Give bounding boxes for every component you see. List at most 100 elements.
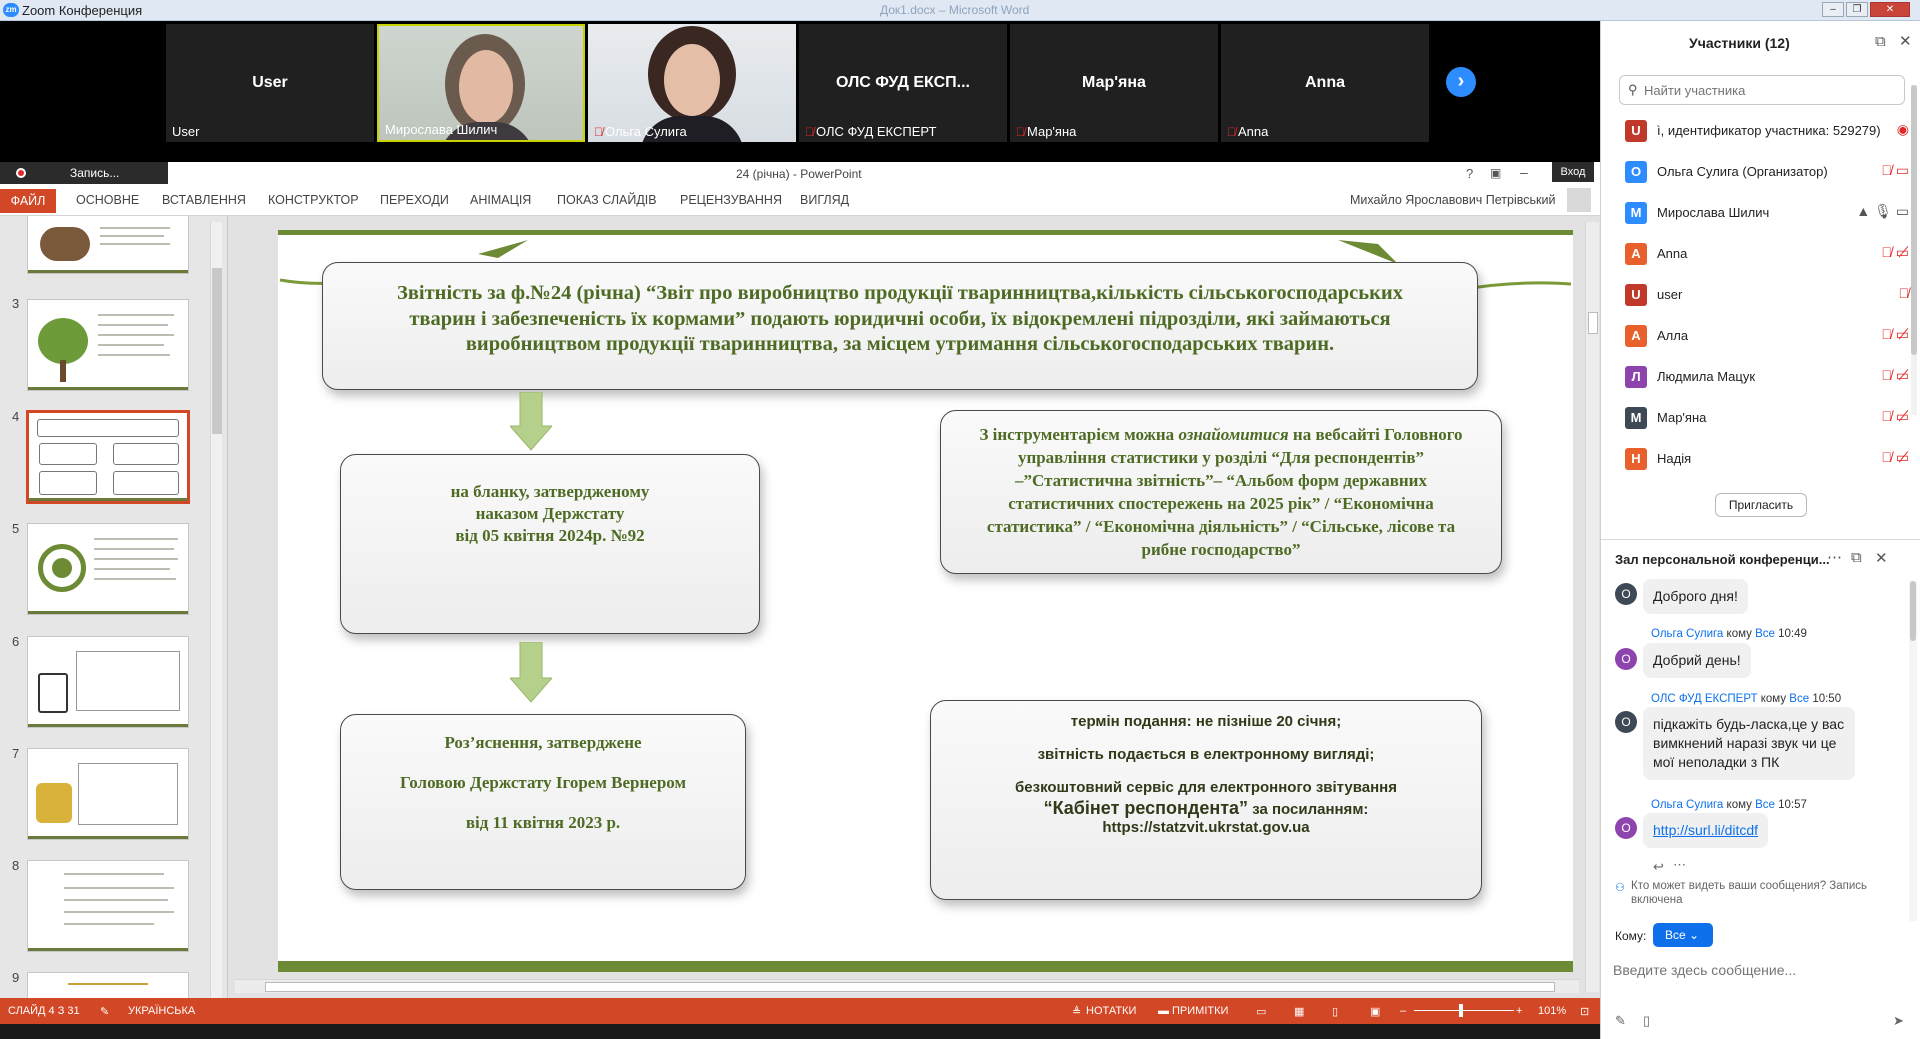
tools-text: З інструментарієм можна ознайомитися на … bbox=[979, 425, 1463, 559]
chat-recipient-dropdown[interactable]: Все ⌄ bbox=[1653, 923, 1713, 947]
avatar: О bbox=[1615, 711, 1637, 733]
notes-icon[interactable]: ≜ bbox=[1072, 1005, 1081, 1018]
chat-visibility-note[interactable]: Кто может видеть ваши сообщения? Запись … bbox=[1631, 879, 1911, 907]
video-tile-olga[interactable]: 🎙̸ Ольга Сулига bbox=[588, 24, 796, 142]
mic-muted-icon: 🎙̸ bbox=[1016, 125, 1025, 139]
popout-icon[interactable]: ⧉ bbox=[1875, 33, 1886, 50]
maximize-button[interactable]: ❐ bbox=[1846, 2, 1868, 17]
slide-thumbnail-4[interactable] bbox=[27, 411, 189, 503]
popout-icon[interactable]: ⧉ bbox=[1851, 549, 1862, 566]
notes-button[interactable]: НОТАТКИ bbox=[1086, 1005, 1136, 1017]
slideshow-icon[interactable]: ▣ bbox=[1370, 1005, 1380, 1018]
mini-box bbox=[113, 443, 179, 465]
video-tile-myroslava[interactable]: Мирослава Шилич bbox=[377, 24, 585, 142]
slide-thumbnail-3[interactable] bbox=[27, 299, 189, 391]
tab-home[interactable]: ОСНОВНЕ bbox=[76, 193, 139, 207]
slide-sorter-icon[interactable]: ▦ bbox=[1294, 1005, 1304, 1018]
comments-icon[interactable]: ▬ bbox=[1158, 1005, 1169, 1017]
tab-design[interactable]: КОНСТРУКТОР bbox=[268, 193, 359, 207]
participant-row[interactable]: Л Людмила Мацук 🎙̸ ▭̸ bbox=[1619, 357, 1919, 395]
tab-view[interactable]: ВИГЛЯД bbox=[800, 193, 849, 207]
close-icon[interactable]: ✕ bbox=[1875, 549, 1888, 567]
mic-video-icons: 🎙̸ ▭̸ bbox=[1881, 408, 1909, 424]
video-tile-ols[interactable]: ОЛС ФУД ЕКСП... 🎙̸ ОЛС ФУД ЕКСПЕРТ bbox=[799, 24, 1007, 142]
participant-row[interactable]: А Алла 🎙̸ ▭̸ bbox=[1619, 316, 1919, 354]
video-tile-maryana[interactable]: Мар'яна 🎙̸ Мар'яна bbox=[1010, 24, 1218, 142]
more-icon[interactable]: ⋯ bbox=[1673, 857, 1686, 873]
scrollbar-thumb[interactable] bbox=[265, 982, 1555, 992]
tab-transitions[interactable]: ПЕРЕХОДИ bbox=[380, 193, 449, 207]
scrollbar-thumb[interactable] bbox=[212, 268, 222, 434]
chat-link[interactable]: http://surl.li/ditcdf bbox=[1643, 813, 1769, 848]
slide-horizontal-scrollbar[interactable] bbox=[235, 979, 1579, 993]
recording-indicator[interactable]: Запись... bbox=[0, 162, 168, 184]
thumbnail-scrollbar[interactable] bbox=[210, 222, 222, 998]
more-options-icon[interactable]: ⋯ bbox=[1827, 548, 1842, 566]
slide-box-form[interactable]: на бланку, затвердженому наказом Держста… bbox=[340, 454, 760, 634]
minimize-button[interactable]: – bbox=[1822, 2, 1844, 17]
fit-slide-icon[interactable]: ⊡ bbox=[1580, 1005, 1589, 1018]
search-input[interactable] bbox=[1644, 80, 1894, 100]
format-icon[interactable]: ✎ bbox=[1615, 1013, 1626, 1029]
participants-scrollbar[interactable] bbox=[1911, 85, 1917, 415]
zoom-out-icon[interactable]: – bbox=[1400, 1005, 1406, 1017]
participant-row[interactable]: Н Надія 🎙̸ ▭̸ bbox=[1619, 439, 1919, 477]
slide-thumbnail-9[interactable] bbox=[27, 972, 189, 998]
comments-button[interactable]: ПРИМІТКИ bbox=[1172, 1005, 1228, 1017]
chat-scrollbar[interactable] bbox=[1909, 581, 1917, 921]
zoom-slider[interactable] bbox=[1414, 1010, 1514, 1011]
tab-slideshow[interactable]: ПОКАЗ СЛАЙДІВ bbox=[557, 193, 657, 207]
minimize-ppt-icon[interactable]: – bbox=[1520, 164, 1528, 180]
slide-box-explanation[interactable]: Роз’яснення, затверджене Головою Держста… bbox=[340, 714, 746, 890]
tab-review[interactable]: РЕЦЕНЗУВАННЯ bbox=[680, 193, 782, 207]
help-icon[interactable]: ? bbox=[1466, 166, 1473, 181]
participant-row[interactable]: А Anna 🎙̸ ▭̸ bbox=[1619, 234, 1919, 272]
spellcheck-icon[interactable]: ✎ bbox=[100, 1005, 109, 1018]
slide-vertical-scrollbar[interactable] bbox=[1585, 222, 1599, 992]
chevron-down-icon: ⌄ bbox=[1689, 928, 1700, 942]
current-slide[interactable]: Звітність за ф.№24 (річна) “Звіт про вир… bbox=[278, 230, 1573, 972]
next-page-arrow-icon[interactable]: › bbox=[1446, 67, 1476, 97]
tab-insert[interactable]: ВСТАВЛЕННЯ bbox=[162, 193, 246, 207]
slide-thumbnail-7[interactable] bbox=[27, 748, 189, 840]
participant-row[interactable]: U user 🎙̸ bbox=[1619, 275, 1919, 313]
sign-in-button[interactable]: Вход bbox=[1552, 162, 1594, 182]
participant-search[interactable]: ⚲ bbox=[1619, 75, 1905, 105]
user-avatar[interactable] bbox=[1567, 188, 1591, 212]
slide-box-intro[interactable]: Звітність за ф.№24 (річна) “Звіт про вир… bbox=[322, 262, 1478, 390]
tab-animations[interactable]: АНІМАЦІЯ bbox=[470, 193, 531, 207]
file-icon[interactable]: ▯ bbox=[1643, 1013, 1650, 1029]
normal-view-icon[interactable]: ▭ bbox=[1256, 1005, 1266, 1018]
participant-row[interactable]: М Мар'яна 🎙̸ ▭̸ bbox=[1619, 398, 1919, 436]
ribbon-display-icon[interactable]: ▣ bbox=[1490, 166, 1501, 180]
close-window-button[interactable]: ✕ bbox=[1870, 2, 1910, 17]
reading-view-icon[interactable]: ▯ bbox=[1332, 1005, 1338, 1018]
zoom-slider-thumb[interactable] bbox=[1459, 1004, 1463, 1017]
invite-button[interactable]: Пригласить bbox=[1715, 493, 1807, 517]
participant-row[interactable]: М Мирослава Шилич ▲ 🎙 ▭ bbox=[1619, 193, 1919, 231]
slide-box-deadline[interactable]: термін подання: не пізніше 20 січня; зві… bbox=[930, 700, 1482, 900]
scrollbar-thumb[interactable] bbox=[1910, 581, 1916, 641]
close-icon[interactable]: ✕ bbox=[1899, 32, 1912, 50]
zoom-in-icon[interactable]: + bbox=[1516, 1005, 1522, 1017]
zoom-level[interactable]: 101% bbox=[1538, 1005, 1566, 1017]
scrollbar-thumb[interactable] bbox=[1911, 85, 1917, 355]
language-indicator[interactable]: УКРАЇНСЬКА bbox=[128, 1005, 195, 1017]
tab-file[interactable]: ФАЙЛ bbox=[0, 189, 56, 213]
participant-name: Алла bbox=[1657, 328, 1689, 343]
slide-thumbnail-6[interactable] bbox=[27, 636, 189, 728]
send-icon[interactable]: ➤ bbox=[1893, 1013, 1904, 1029]
slide-thumbnail-2[interactable] bbox=[27, 216, 189, 274]
participant-row[interactable]: U ì, идентификатор участника: 529279) ◉ bbox=[1619, 111, 1919, 149]
video-tile-anna[interactable]: Anna 🎙̸ Anna bbox=[1221, 24, 1429, 142]
slide-thumbnail-8[interactable] bbox=[27, 860, 189, 952]
chat-message-input[interactable] bbox=[1613, 955, 1909, 985]
reply-icon[interactable]: ↩ bbox=[1653, 859, 1664, 875]
participant-row[interactable]: О Ольга Сулига (Организатор) 🎙̸ ▭ bbox=[1619, 152, 1919, 190]
slide-thumbnail-5[interactable] bbox=[27, 523, 189, 615]
ppt-user-name[interactable]: Михайло Ярославович Петрівський bbox=[1350, 193, 1555, 207]
slide-box-tools[interactable]: З інструментарієм можна ознайомитися на … bbox=[940, 410, 1502, 574]
text-line bbox=[94, 568, 170, 570]
scrollbar-thumb[interactable] bbox=[1588, 312, 1598, 334]
video-tile-user[interactable]: User User bbox=[166, 24, 374, 142]
